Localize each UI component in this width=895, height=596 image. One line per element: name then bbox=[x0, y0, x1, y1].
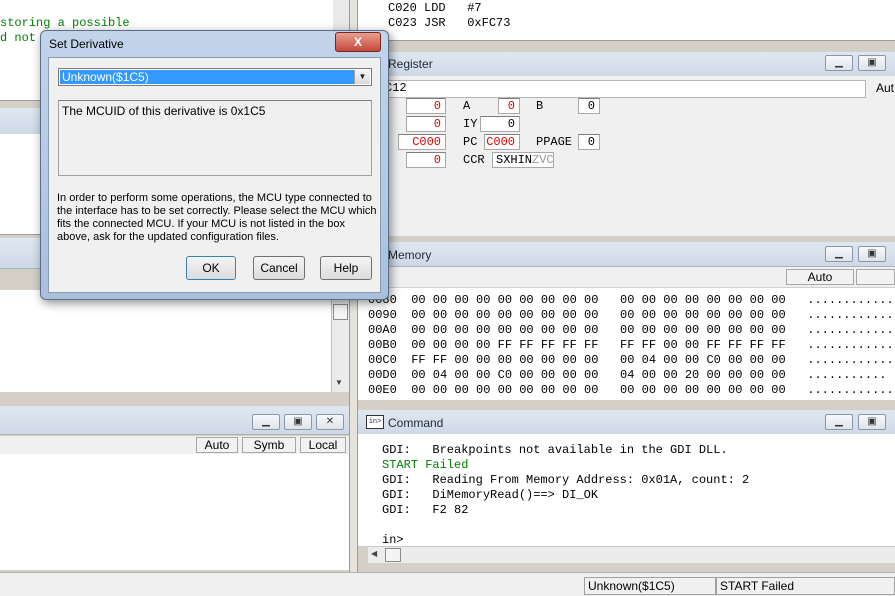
register-label-ccr: CCR bbox=[463, 153, 485, 167]
memory-maximize-button[interactable]: ▣ bbox=[858, 246, 886, 262]
source-line-2: d not bbox=[0, 31, 37, 45]
maximize-icon: ▣ bbox=[867, 248, 877, 259]
close-icon: ✕ bbox=[325, 416, 335, 427]
set-derivative-dialog: Set Derivative X Unknown($1C5) ▼ The MCU… bbox=[40, 30, 389, 300]
data1-pane bbox=[0, 290, 331, 392]
register-maximize-button[interactable]: ▣ bbox=[858, 55, 886, 71]
data2-maximize-button[interactable]: ▣ bbox=[284, 414, 312, 430]
derivative-select-value: Unknown($1C5) bbox=[60, 70, 355, 84]
register-value-d[interactable]: 0 bbox=[406, 98, 446, 114]
dialog-close-button[interactable]: X bbox=[335, 32, 381, 52]
data2-header-row: Auto Symb Local bbox=[0, 436, 349, 454]
memory-mode-auto[interactable]: Auto bbox=[786, 269, 854, 285]
memory-row: 0090 00 00 00 00 00 00 00 00 00 00 00 00… bbox=[368, 308, 895, 322]
register-value-iy[interactable]: 0 bbox=[480, 116, 520, 132]
data2-header-auto[interactable]: Auto bbox=[196, 437, 238, 453]
register-title-bar: Register ▁ ▣ bbox=[358, 52, 895, 77]
cancel-button[interactable]: Cancel bbox=[253, 256, 305, 280]
register-label-ppage: PPAGE bbox=[536, 135, 573, 149]
assembly-line-2: C023 JSR 0xFC73 bbox=[388, 16, 511, 30]
minimize-icon: ▁ bbox=[835, 57, 843, 68]
maximize-icon: ▣ bbox=[293, 416, 303, 427]
register-value-ix[interactable]: 0 bbox=[406, 116, 446, 132]
derivative-select[interactable]: Unknown($1C5) ▼ bbox=[58, 68, 372, 86]
data2-title-bar: ▁ ▣ ✕ bbox=[0, 406, 349, 435]
command-minimize-button[interactable]: ▁ bbox=[825, 414, 853, 430]
ok-button[interactable]: OK bbox=[186, 256, 236, 280]
data1-scroll-thumb[interactable] bbox=[333, 304, 348, 320]
register-value-a[interactable]: 0 bbox=[498, 98, 520, 114]
dialog-title: Set Derivative bbox=[49, 37, 124, 51]
register-pane: C12 Aut 0 A 0 B 0 0 IY 0 C000 PC C000 PP… bbox=[358, 76, 895, 236]
register-label-iy: IY bbox=[463, 117, 478, 131]
command-output-line: GDI: Breakpoints not available in the GD… bbox=[382, 443, 728, 457]
dialog-description: In order to perform some operations, the… bbox=[57, 192, 377, 243]
scroll-left-arrow-icon[interactable]: ◀ bbox=[371, 549, 377, 558]
minimize-icon: ▁ bbox=[262, 416, 270, 427]
dropdown-arrow-icon[interactable]: ▼ bbox=[354, 70, 370, 84]
ccr-clear-flags: ZVC bbox=[532, 153, 554, 167]
ccr-set-flags: SXHIN bbox=[496, 153, 533, 167]
register-value-sp[interactable]: C000 bbox=[398, 134, 446, 150]
maximize-icon: ▣ bbox=[867, 57, 877, 68]
memory-row: 00D0 00 04 00 00 C0 00 00 00 00 04 00 00… bbox=[368, 368, 895, 382]
minimize-icon: ▁ bbox=[835, 416, 843, 427]
assembly-line-1: C020 LDD #7 bbox=[388, 1, 482, 15]
register-minimize-button[interactable]: ▁ bbox=[825, 55, 853, 71]
maximize-icon: ▣ bbox=[867, 416, 877, 427]
memory-header-row: Auto bbox=[358, 267, 895, 287]
memory-row: 00E0 00 00 00 00 00 00 00 00 00 00 00 00… bbox=[368, 383, 895, 397]
register-value-tmp[interactable]: 0 bbox=[406, 152, 446, 168]
command-title: Command bbox=[388, 416, 444, 430]
command-prompt[interactable]: in> bbox=[382, 533, 404, 547]
data1-scrollbar[interactable]: ▼ bbox=[331, 290, 349, 392]
minimize-icon: ▁ bbox=[835, 248, 843, 259]
register-value-b[interactable]: 0 bbox=[578, 98, 600, 114]
register-value-pc[interactable]: C000 bbox=[484, 134, 520, 150]
register-mode-label[interactable]: Aut bbox=[876, 81, 894, 95]
data2-close-button[interactable]: ✕ bbox=[316, 414, 344, 430]
memory-row: 00B0 00 00 00 00 FF FF FF FF FF FF FF 00… bbox=[368, 338, 895, 352]
memory-title: Memory bbox=[388, 248, 432, 262]
source-line-1: storing a possible bbox=[0, 16, 130, 30]
memory-row: 0080 00 00 00 00 00 00 00 00 00 00 00 00… bbox=[368, 293, 895, 307]
command-output-line: GDI: F2 82 bbox=[382, 503, 469, 517]
register-label-a: A bbox=[463, 99, 471, 113]
register-ccr-field[interactable]: SXHINZVC bbox=[492, 152, 554, 168]
memory-title-bar: Memory ▁ ▣ bbox=[358, 242, 895, 267]
memory-mode-extra[interactable] bbox=[856, 269, 895, 285]
assembly-pane: C020 LDD #7 C023 JSR 0xFC73 bbox=[358, 0, 895, 41]
status-state: START Failed bbox=[716, 577, 895, 595]
data2-header-symb[interactable]: Symb bbox=[242, 437, 296, 453]
command-output-line: GDI: Reading From Memory Address: 0x01A,… bbox=[382, 473, 750, 487]
close-icon: X bbox=[353, 35, 362, 49]
scroll-down-arrow-icon[interactable]: ▼ bbox=[335, 378, 343, 387]
memory-row: 00C0 FF FF 00 00 00 00 00 00 00 00 04 00… bbox=[368, 353, 895, 367]
memory-row: 00A0 00 00 00 00 00 00 00 00 00 00 00 00… bbox=[368, 323, 895, 337]
command-window-icon: in> bbox=[366, 415, 384, 429]
command-maximize-button[interactable]: ▣ bbox=[858, 414, 886, 430]
command-title-bar: in> Command ▁ ▣ bbox=[358, 410, 895, 435]
data2-pane bbox=[0, 454, 349, 570]
derivative-info-box: The MCUID of this derivative is 0x1C5 bbox=[58, 100, 372, 176]
help-button[interactable]: Help bbox=[320, 256, 372, 280]
register-value-ppage[interactable]: 0 bbox=[578, 134, 600, 150]
data2-minimize-button[interactable]: ▁ bbox=[252, 414, 280, 430]
command-hscrollbar[interactable]: ◀ bbox=[368, 546, 895, 563]
register-label-b: B bbox=[536, 99, 544, 113]
dialog-body: Unknown($1C5) ▼ The MCUID of this deriva… bbox=[48, 57, 381, 293]
register-top-field: C12 bbox=[384, 80, 866, 98]
register-label-pc: PC bbox=[463, 135, 478, 149]
command-output-line: GDI: DiMemoryRead()==> DI_OK bbox=[382, 488, 599, 502]
derivative-info-text: The MCUID of this derivative is 0x1C5 bbox=[62, 104, 266, 118]
command-hscroll-thumb[interactable] bbox=[385, 548, 401, 562]
register-title: Register bbox=[388, 57, 433, 71]
data2-header-local[interactable]: Local bbox=[300, 437, 346, 453]
status-derivative: Unknown($1C5) bbox=[584, 577, 716, 595]
command-output-line: START Failed bbox=[382, 458, 469, 472]
memory-minimize-button[interactable]: ▁ bbox=[825, 246, 853, 262]
